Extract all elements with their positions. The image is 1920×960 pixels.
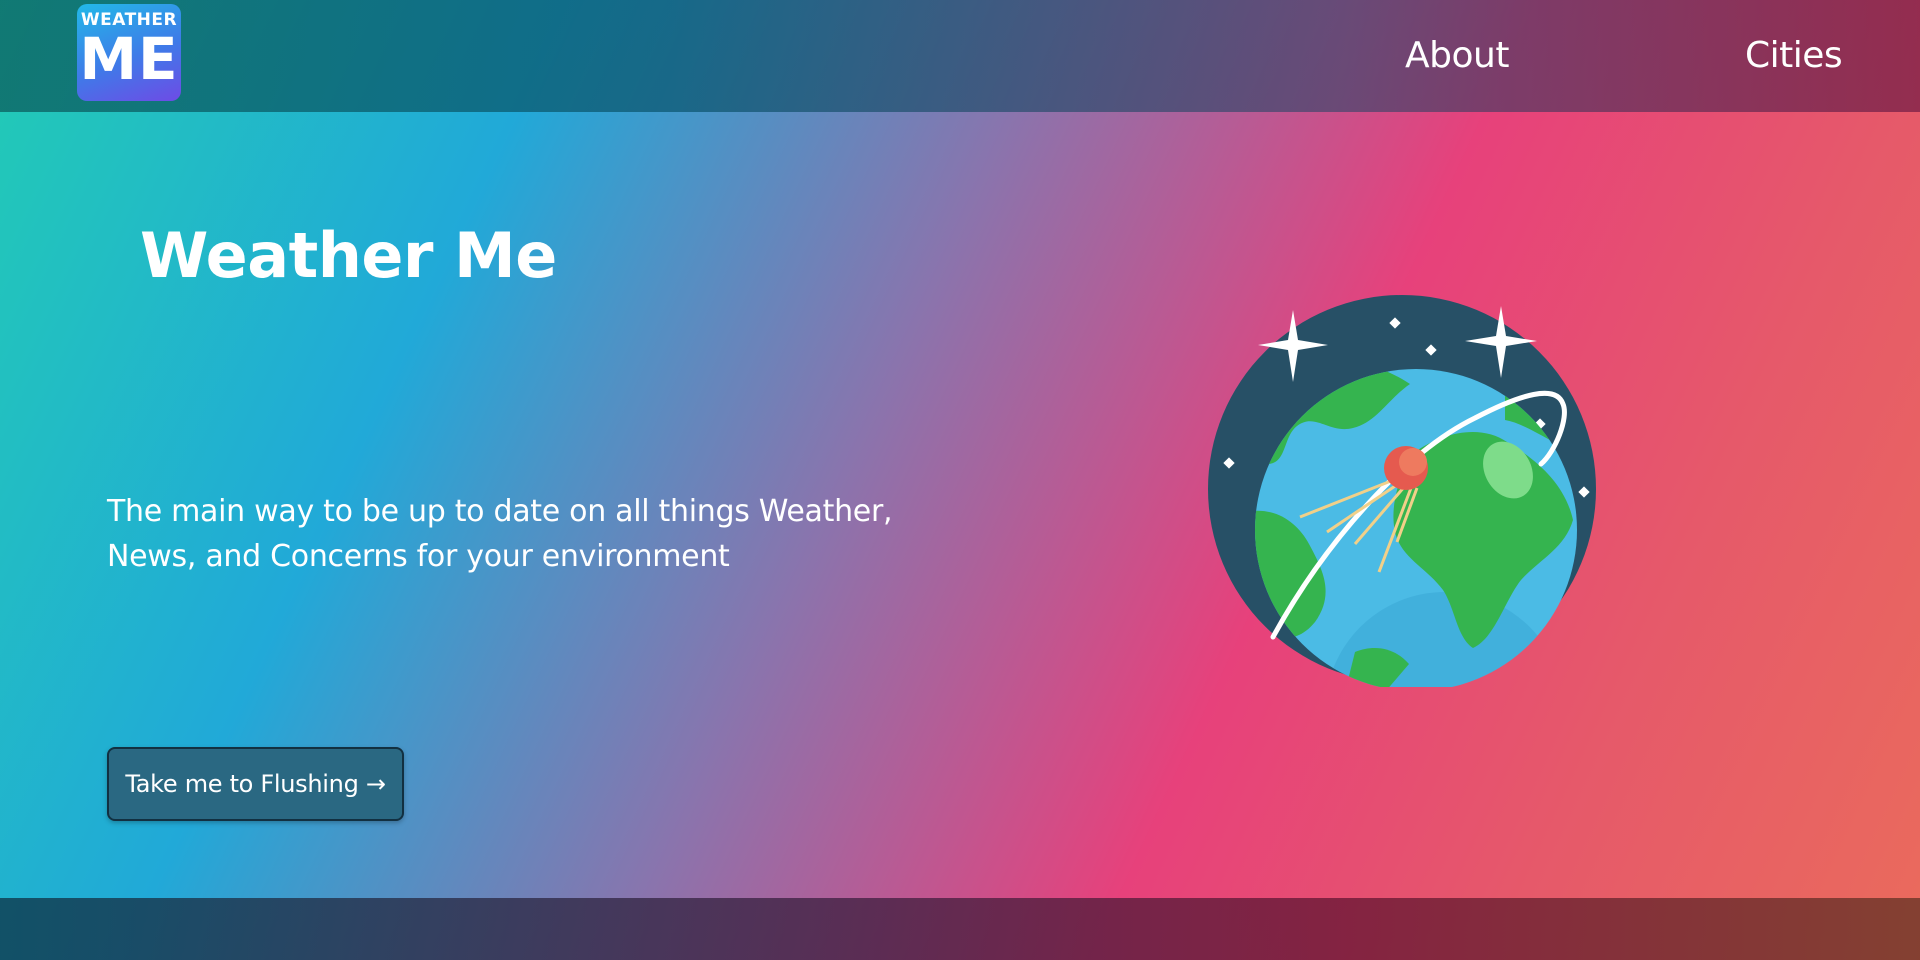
nav-link-cities[interactable]: Cities — [1745, 34, 1843, 78]
page: WEATHER ME About Cities Weather Me The m… — [0, 0, 1920, 960]
top-nav-bar: WEATHER ME About Cities — [0, 0, 1920, 112]
globe-satellite-icon — [1208, 295, 1596, 687]
footer-bar — [0, 898, 1920, 960]
hero-title: Weather Me — [140, 219, 557, 292]
nav-link-about[interactable]: About — [1405, 34, 1509, 78]
logo-text-bottom: ME — [79, 25, 179, 93]
take-me-to-flushing-button[interactable]: Take me to Flushing → — [107, 747, 404, 821]
weather-me-logo[interactable]: WEATHER ME — [77, 4, 181, 101]
hero-description: The main way to be up to date on all thi… — [107, 494, 893, 574]
